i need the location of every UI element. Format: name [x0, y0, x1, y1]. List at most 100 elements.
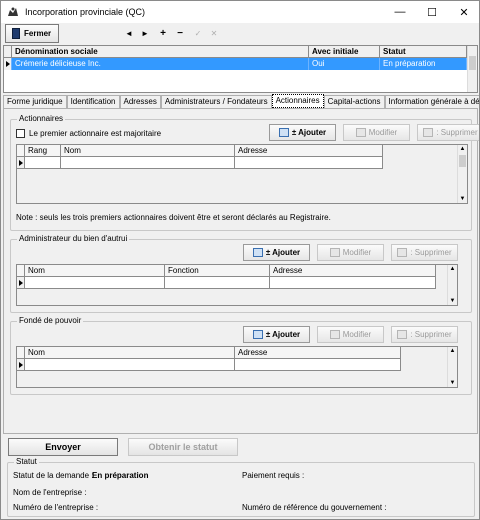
tab-administrateurs[interactable]: Administrateurs / Fondateurs	[160, 95, 272, 108]
scroll-down-arrow-icon[interactable]: ▼	[448, 297, 457, 305]
tab-capital-actions[interactable]: Capital-actions	[323, 95, 385, 108]
column-header[interactable]: Nom	[25, 265, 165, 277]
scroll-down-arrow-icon[interactable]: ▼	[458, 195, 467, 203]
button-label: : Supprimer	[436, 128, 478, 137]
tab-identification[interactable]: Identification	[66, 95, 120, 108]
column-header[interactable]: Rang	[25, 145, 61, 157]
delete-proxy-button[interactable]: : Supprimer	[391, 326, 458, 343]
button-label: ± Ajouter	[265, 248, 301, 257]
modify-shareholder-button[interactable]: Modifier	[343, 124, 410, 141]
remove-person-icon	[397, 330, 408, 339]
scroll-up-arrow-icon[interactable]: ▲	[448, 347, 457, 355]
close-window-button[interactable]: ✕	[449, 1, 479, 23]
grid-header: Nom Fonction Adresse	[17, 265, 436, 277]
remove-person-icon	[397, 248, 408, 257]
add-proxy-button[interactable]: ± Ajouter	[243, 326, 310, 343]
add-record-button[interactable]: +	[156, 26, 170, 40]
window-title: Incorporation provinciale (QC)	[25, 7, 146, 17]
scroll-up-arrow-icon[interactable]: ▲	[458, 145, 467, 153]
shareholders-note: Note : seuls les trois premiers actionna…	[16, 213, 331, 222]
button-label: : Supprimer	[410, 248, 452, 257]
column-header[interactable]: Nom	[61, 145, 235, 157]
column-header[interactable]: Adresse	[235, 145, 383, 157]
row-selector[interactable]	[17, 277, 25, 289]
table-cell[interactable]	[270, 277, 436, 289]
current-row-arrow-icon	[19, 160, 23, 166]
modify-trustee-button[interactable]: Modifier	[317, 244, 384, 261]
column-header[interactable]: Avec initiale	[309, 46, 380, 57]
row-selector[interactable]	[17, 359, 25, 371]
table-row[interactable]: Crémerie délicieuse Inc. Oui En préparat…	[4, 58, 477, 70]
request-status-value: En préparation	[92, 471, 149, 480]
delete-record-button[interactable]: −	[173, 26, 187, 40]
send-button[interactable]: Envoyer	[8, 438, 118, 456]
add-trustee-button[interactable]: ± Ajouter	[243, 244, 310, 261]
row-selector[interactable]	[4, 58, 12, 70]
grid-scrollbar[interactable]: ▲ ▼	[457, 145, 467, 203]
add-shareholder-button[interactable]: ± Ajouter	[269, 124, 336, 141]
modify-proxy-button[interactable]: Modifier	[317, 326, 384, 343]
table-cell[interactable]	[165, 277, 270, 289]
door-icon	[12, 28, 20, 39]
close-button[interactable]: Fermer	[5, 24, 59, 43]
magnifier-icon	[329, 248, 340, 257]
table-cell[interactable]: Oui	[309, 58, 380, 70]
close-button-label: Fermer	[24, 29, 52, 38]
table-cell[interactable]	[25, 359, 235, 371]
grid-scrollbar[interactable]: ▲ ▼	[447, 265, 457, 305]
row-selector-header	[4, 46, 12, 57]
scrollbar-thumb[interactable]	[459, 155, 466, 167]
column-header[interactable]: Adresse	[235, 347, 401, 359]
tab-forme-juridique[interactable]: Forme juridique	[3, 95, 67, 108]
table-cell[interactable]: Crémerie délicieuse Inc.	[12, 58, 309, 70]
group-title: Fondé de pouvoir	[17, 316, 84, 325]
grid-scrollbar[interactable]	[467, 46, 477, 92]
column-header[interactable]: Statut	[380, 46, 467, 57]
current-row-arrow-icon	[19, 280, 23, 286]
button-label: Modifier	[368, 128, 398, 137]
column-header[interactable]: Adresse	[270, 265, 436, 277]
table-cell[interactable]	[25, 277, 165, 289]
current-row-arrow-icon	[6, 61, 10, 67]
get-status-button[interactable]: Obtenir le statut	[128, 438, 238, 456]
request-status-label: Statut de la demande :	[13, 471, 94, 480]
table-cell[interactable]	[235, 359, 401, 371]
confirm-record-button[interactable]: ✓	[191, 26, 205, 40]
trustee-grid: Nom Fonction Adresse ▲ ▼	[16, 264, 458, 306]
table-cell[interactable]	[61, 157, 235, 169]
new-row[interactable]	[17, 157, 383, 169]
magnifier-icon	[329, 330, 340, 339]
incorporation-grid: Dénomination sociale Avec initiale Statu…	[3, 45, 478, 93]
grid-scrollbar[interactable]: ▲ ▼	[447, 347, 457, 387]
add-person-icon	[252, 330, 263, 339]
row-selector[interactable]	[17, 157, 25, 169]
delete-shareholder-button[interactable]: : Supprimer	[417, 124, 479, 141]
column-header[interactable]: Dénomination sociale	[12, 46, 309, 57]
table-cell[interactable]	[25, 157, 61, 169]
tab-information-generale[interactable]: Information générale à décl	[384, 95, 479, 108]
tab-panel-actionnaires: Actionnaires Le premier actionnaire est …	[3, 108, 479, 434]
scrollbar-thumb[interactable]	[469, 56, 476, 70]
next-record-button[interactable]: ►	[138, 26, 152, 40]
majority-checkbox[interactable]	[16, 129, 25, 138]
tab-adresses[interactable]: Adresses	[119, 95, 161, 108]
scroll-up-arrow-icon[interactable]: ▲	[448, 265, 457, 273]
grid-header: Dénomination sociale Avec initiale Statu…	[4, 46, 477, 58]
previous-record-button[interactable]: ◄	[122, 26, 136, 40]
maximize-button[interactable]: ☐	[417, 1, 447, 23]
column-header[interactable]: Nom	[25, 347, 235, 359]
row-selector-header	[17, 145, 25, 157]
delete-trustee-button[interactable]: : Supprimer	[391, 244, 458, 261]
button-label: ± Ajouter	[265, 330, 301, 339]
new-row[interactable]	[17, 277, 436, 289]
column-header[interactable]: Fonction	[165, 265, 270, 277]
new-row[interactable]	[17, 359, 401, 371]
tab-actionnaires[interactable]: Actionnaires	[271, 94, 324, 108]
minimize-button[interactable]: —	[385, 1, 415, 23]
scroll-down-arrow-icon[interactable]: ▼	[448, 379, 457, 387]
table-cell[interactable]	[235, 157, 383, 169]
proxy-grid: Nom Adresse ▲ ▼	[16, 346, 458, 388]
table-cell[interactable]: En préparation	[380, 58, 467, 70]
cancel-record-button[interactable]: ✕	[207, 26, 221, 40]
remove-person-icon	[423, 128, 434, 137]
